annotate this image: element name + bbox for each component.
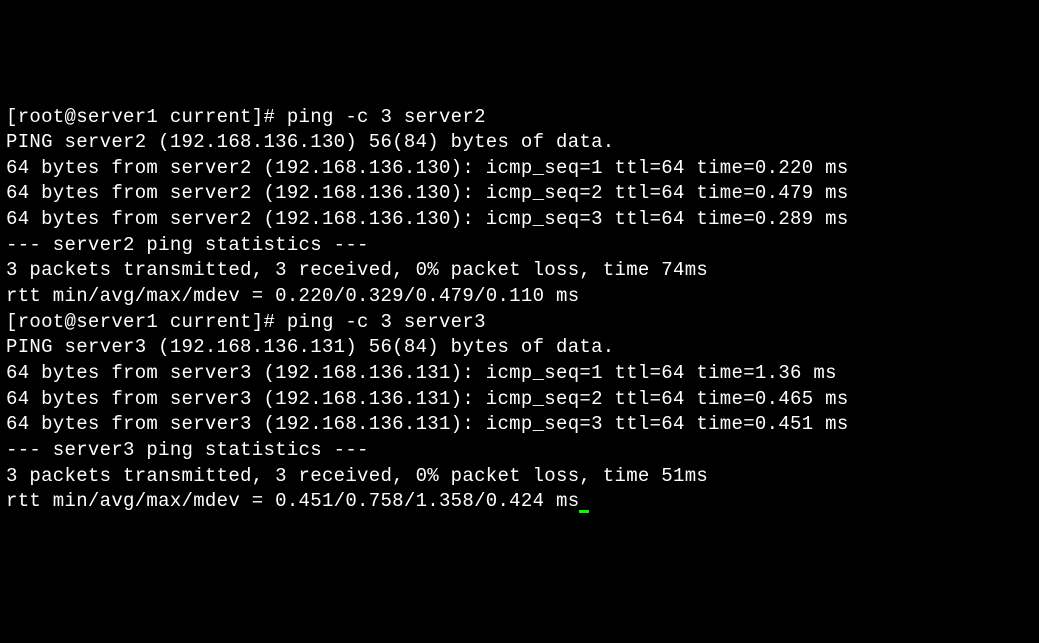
terminal-line: 64 bytes from server3 (192.168.136.131):… [6, 412, 1033, 438]
cursor-icon [579, 510, 589, 513]
terminal-line: --- server3 ping statistics --- [6, 438, 1033, 464]
terminal-line: rtt min/avg/max/mdev = 0.220/0.329/0.479… [6, 284, 1033, 310]
terminal-line: 64 bytes from server2 (192.168.136.130):… [6, 181, 1033, 207]
terminal-line: [root@server1 current]# ping -c 3 server… [6, 105, 1033, 131]
terminal-line-with-cursor: rtt min/avg/max/mdev = 0.451/0.758/1.358… [6, 489, 1033, 515]
terminal-line: PING server2 (192.168.136.130) 56(84) by… [6, 130, 1033, 156]
terminal-line: PING server3 (192.168.136.131) 56(84) by… [6, 335, 1033, 361]
terminal-line: 3 packets transmitted, 3 received, 0% pa… [6, 258, 1033, 284]
terminal-line: 64 bytes from server2 (192.168.136.130):… [6, 207, 1033, 233]
terminal-line: 3 packets transmitted, 3 received, 0% pa… [6, 464, 1033, 490]
terminal-line: 64 bytes from server3 (192.168.136.131):… [6, 361, 1033, 387]
terminal-line: 64 bytes from server3 (192.168.136.131):… [6, 387, 1033, 413]
terminal-line: --- server2 ping statistics --- [6, 233, 1033, 259]
terminal-line: 64 bytes from server2 (192.168.136.130):… [6, 156, 1033, 182]
terminal-line: [root@server1 current]# ping -c 3 server… [6, 310, 1033, 336]
terminal-output[interactable]: [root@server1 current]# ping -c 3 server… [6, 105, 1033, 515]
terminal-text: rtt min/avg/max/mdev = 0.451/0.758/1.358… [6, 490, 579, 512]
